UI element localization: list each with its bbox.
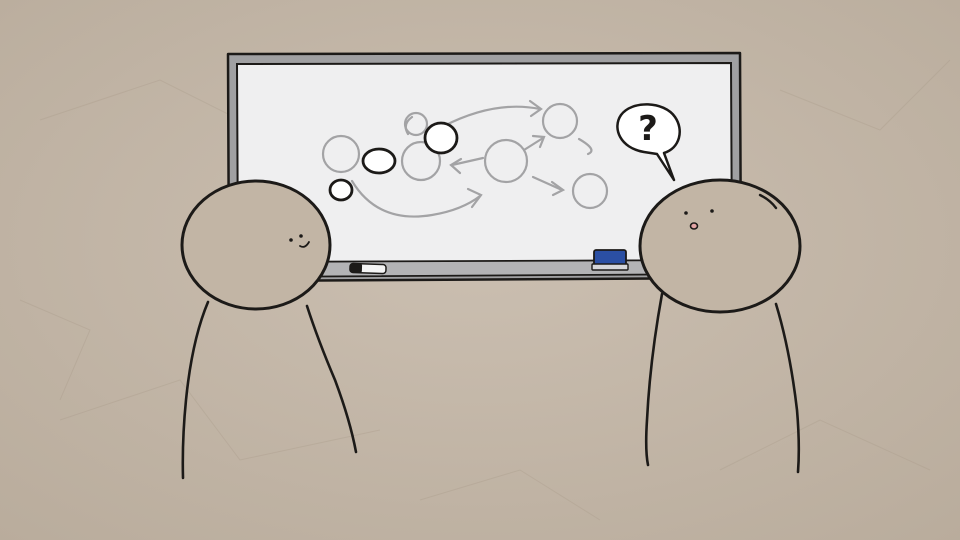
right-character-mouth xyxy=(689,222,699,230)
highlighted-node xyxy=(423,121,459,155)
highlighted-node xyxy=(361,147,397,175)
whiteboard-eraser-icon xyxy=(591,249,629,271)
whiteboard-marker-icon xyxy=(349,262,387,275)
speech-bubble-text: ? xyxy=(638,109,658,149)
right-character-eye xyxy=(710,209,714,213)
left-character-eye xyxy=(299,234,303,238)
highlighted-node xyxy=(328,178,354,202)
left-character-eye xyxy=(289,238,293,242)
right-character-head xyxy=(638,178,802,314)
illustration-scene: ? xyxy=(0,0,960,540)
right-character-eye xyxy=(684,211,688,215)
